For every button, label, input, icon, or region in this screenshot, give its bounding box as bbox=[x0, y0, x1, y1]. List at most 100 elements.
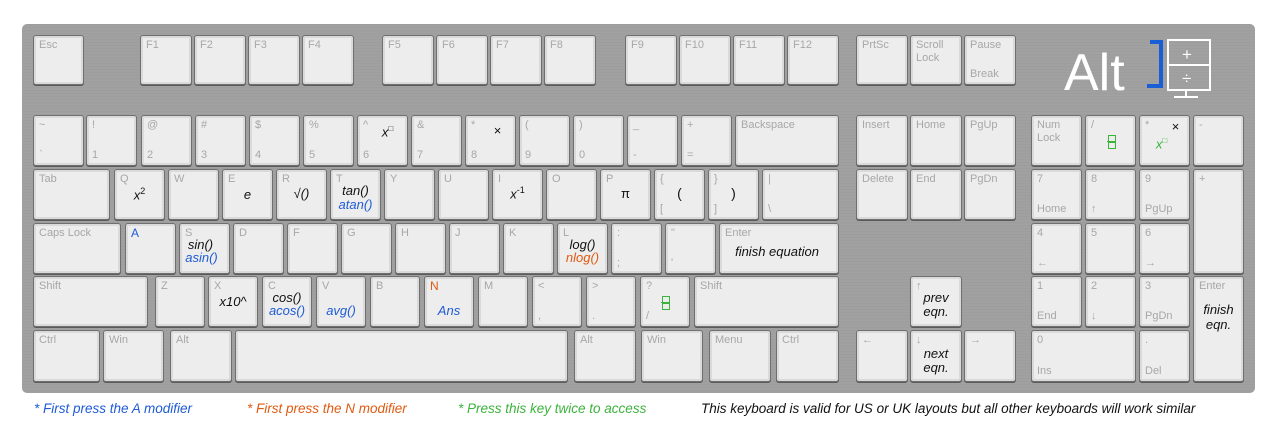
key-e[interactable]: E e bbox=[222, 169, 273, 220]
key-equals[interactable]: + = bbox=[681, 115, 732, 166]
key-numpad-9[interactable]: 9 PgUp bbox=[1139, 169, 1190, 220]
key-z[interactable]: Z bbox=[155, 276, 205, 327]
key-home[interactable]: Home bbox=[910, 115, 962, 166]
key-numpad-minus[interactable]: - bbox=[1193, 115, 1244, 166]
key-left-bracket[interactable]: {[ ( bbox=[654, 169, 705, 220]
key-numpad-1[interactable]: 1 End bbox=[1031, 276, 1082, 327]
key-slash[interactable]: ? / bbox=[640, 276, 690, 327]
key-2[interactable]: @2 bbox=[141, 115, 192, 166]
key-period[interactable]: >. bbox=[586, 276, 636, 327]
key-f3[interactable]: F3 bbox=[248, 35, 300, 85]
key-u[interactable]: U bbox=[438, 169, 489, 220]
key-g[interactable]: G bbox=[341, 223, 392, 274]
key-numpad-decimal[interactable]: . Del bbox=[1139, 330, 1190, 382]
key-right-ctrl[interactable]: Ctrl bbox=[776, 330, 839, 382]
key-x[interactable]: X x10^ bbox=[208, 276, 258, 327]
key-i[interactable]: I x-1 bbox=[492, 169, 543, 220]
key-f11[interactable]: F11 bbox=[733, 35, 785, 85]
key-a[interactable]: A bbox=[125, 223, 176, 274]
key-pause[interactable]: Pause Break bbox=[964, 35, 1016, 85]
key-1[interactable]: ! 1 bbox=[86, 115, 137, 166]
key-h[interactable]: H bbox=[395, 223, 446, 274]
key-numlock[interactable]: Num Lock bbox=[1031, 115, 1082, 166]
key-numpad-enter[interactable]: Enter finish eqn. bbox=[1193, 276, 1244, 382]
key-3[interactable]: #3 bbox=[195, 115, 246, 166]
key-5[interactable]: % 5 bbox=[303, 115, 354, 166]
key-comma[interactable]: <, bbox=[532, 276, 582, 327]
key-right-alt[interactable]: Alt bbox=[574, 330, 636, 382]
key-space[interactable] bbox=[235, 330, 568, 382]
key-semicolon[interactable]: :; bbox=[611, 223, 662, 274]
key-v[interactable]: V avg() bbox=[316, 276, 366, 327]
key-0[interactable]: ) 0 bbox=[573, 115, 624, 166]
key-minus[interactable]: _ - bbox=[627, 115, 678, 166]
key-quote[interactable]: " ' bbox=[665, 223, 716, 274]
key-w[interactable]: W bbox=[168, 169, 219, 220]
key-q[interactable]: Q x2 bbox=[114, 169, 165, 220]
key-tab[interactable]: Tab bbox=[33, 169, 110, 220]
key-down-arrow[interactable]: ↓ next eqn. bbox=[910, 330, 962, 382]
key-l[interactable]: L log() nlog() bbox=[557, 223, 608, 274]
key-m[interactable]: M bbox=[478, 276, 528, 327]
key-f[interactable]: F bbox=[287, 223, 338, 274]
key-f12[interactable]: F12 bbox=[787, 35, 839, 85]
key-numpad-8[interactable]: 8 ↑ bbox=[1085, 169, 1136, 220]
key-n[interactable]: N Ans bbox=[424, 276, 474, 327]
key-left-arrow[interactable]: ← bbox=[856, 330, 908, 382]
key-pgdn[interactable]: PgDn bbox=[964, 169, 1016, 220]
key-f5[interactable]: F5 bbox=[382, 35, 434, 85]
key-right-shift[interactable]: Shift bbox=[694, 276, 839, 327]
key-left-alt[interactable]: Alt bbox=[170, 330, 232, 382]
key-f7[interactable]: F7 bbox=[490, 35, 542, 85]
key-scroll-lock[interactable]: Scroll Lock bbox=[910, 35, 962, 85]
key-6[interactable]: ^ 6 x□ bbox=[357, 115, 408, 166]
key-tilde[interactable]: ~ ` bbox=[33, 115, 84, 166]
key-numpad-7[interactable]: 7 Home bbox=[1031, 169, 1082, 220]
key-numpad-5[interactable]: 5 bbox=[1085, 223, 1136, 274]
key-8[interactable]: * 8 × bbox=[465, 115, 516, 166]
key-esc[interactable]: Esc bbox=[33, 35, 84, 85]
key-right-win[interactable]: Win bbox=[641, 330, 703, 382]
key-delete[interactable]: Delete bbox=[856, 169, 908, 220]
key-left-ctrl[interactable]: Ctrl bbox=[33, 330, 100, 382]
key-4[interactable]: $4 bbox=[249, 115, 300, 166]
key-numpad-3[interactable]: 3 PgDn bbox=[1139, 276, 1190, 327]
key-right-arrow[interactable]: → bbox=[964, 330, 1016, 382]
key-numpad-multiply[interactable]: * × x□ bbox=[1139, 115, 1190, 166]
key-y[interactable]: Y bbox=[384, 169, 435, 220]
key-pgup[interactable]: PgUp bbox=[964, 115, 1016, 166]
key-s[interactable]: S sin() asin() bbox=[179, 223, 230, 274]
key-p[interactable]: P π bbox=[600, 169, 651, 220]
key-k[interactable]: K bbox=[503, 223, 554, 274]
key-f6[interactable]: F6 bbox=[436, 35, 488, 85]
key-insert[interactable]: Insert bbox=[856, 115, 908, 166]
key-t[interactable]: T tan() atan() bbox=[330, 169, 381, 220]
key-7[interactable]: & 7 bbox=[411, 115, 462, 166]
key-f2[interactable]: F2 bbox=[194, 35, 246, 85]
key-b[interactable]: B bbox=[370, 276, 420, 327]
key-left-win[interactable]: Win bbox=[103, 330, 164, 382]
key-numpad-0[interactable]: 0 Ins bbox=[1031, 330, 1136, 382]
key-o[interactable]: O bbox=[546, 169, 597, 220]
key-enter[interactable]: Enter finish equation bbox=[719, 223, 839, 274]
key-up-arrow[interactable]: ↑ prev eqn. bbox=[910, 276, 962, 327]
key-numpad-2[interactable]: 2 ↓ bbox=[1085, 276, 1136, 327]
key-9[interactable]: (9 bbox=[519, 115, 570, 166]
key-end[interactable]: End bbox=[910, 169, 962, 220]
key-d[interactable]: D bbox=[233, 223, 284, 274]
key-backspace[interactable]: Backspace bbox=[735, 115, 839, 166]
key-f10[interactable]: F10 bbox=[679, 35, 731, 85]
key-numpad-divide[interactable]: / bbox=[1085, 115, 1136, 166]
key-right-bracket[interactable]: }] ) bbox=[708, 169, 759, 220]
key-caps-lock[interactable]: Caps Lock bbox=[33, 223, 121, 274]
key-menu[interactable]: Menu bbox=[709, 330, 771, 382]
key-f1[interactable]: F1 bbox=[140, 35, 192, 85]
key-numpad-plus[interactable]: + bbox=[1193, 169, 1244, 274]
key-r[interactable]: R √() bbox=[276, 169, 327, 220]
key-numpad-4[interactable]: 4 ← bbox=[1031, 223, 1082, 274]
key-backslash[interactable]: | \ bbox=[762, 169, 839, 220]
key-f8[interactable]: F8 bbox=[544, 35, 596, 85]
key-j[interactable]: J bbox=[449, 223, 500, 274]
key-numpad-6[interactable]: 6 → bbox=[1139, 223, 1190, 274]
key-f9[interactable]: F9 bbox=[625, 35, 677, 85]
